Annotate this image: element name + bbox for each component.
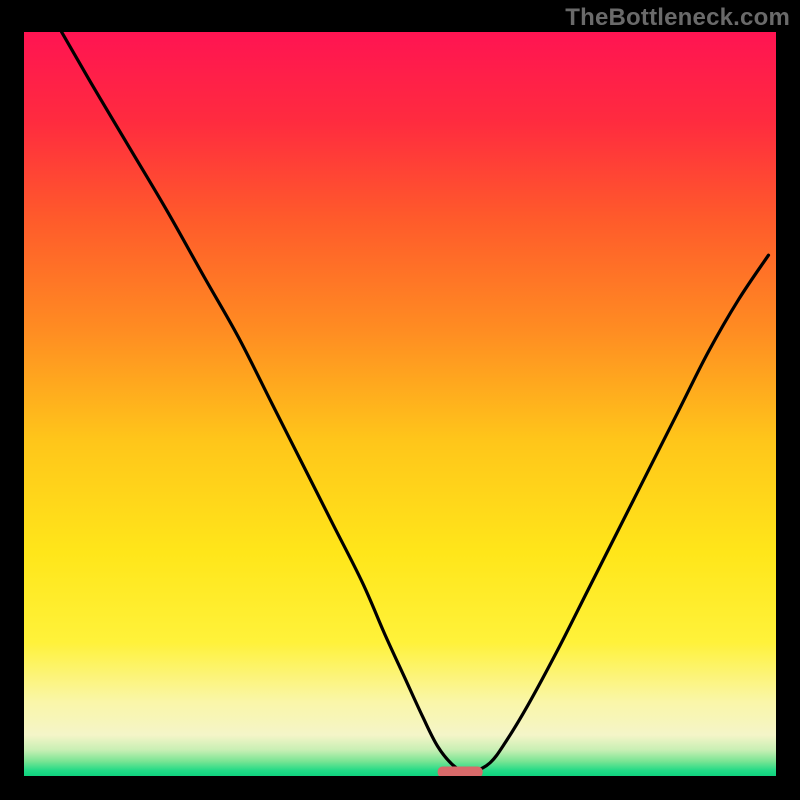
watermark-text: TheBottleneck.com [565, 4, 790, 32]
chart-plot-area [24, 32, 776, 776]
minimum-marker [438, 767, 483, 776]
chart-frame: TheBottleneck.com [0, 0, 800, 800]
chart-svg [24, 32, 776, 776]
